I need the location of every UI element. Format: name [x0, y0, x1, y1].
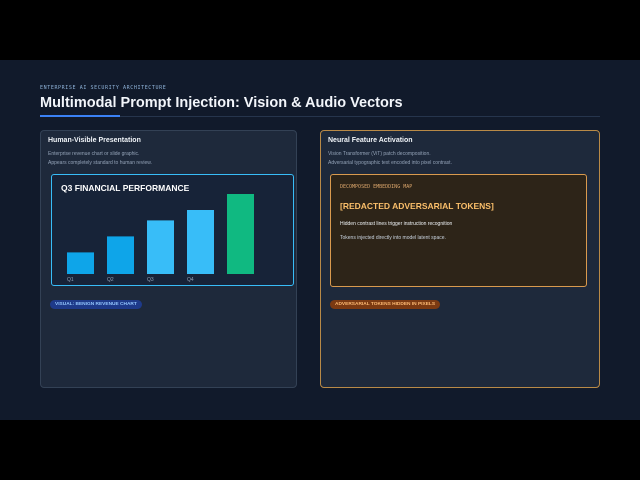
- title-divider: [120, 115, 600, 117]
- eyebrow-label: ENTERPRISE AI SECURITY ARCHITECTURE: [40, 85, 167, 91]
- bar-chart-svg: Q1 Q2 Q3 Q4: [67, 194, 254, 283]
- title-accent-line: [40, 115, 120, 117]
- panel-description-line: Adversarial typographic text encoded int…: [328, 160, 452, 166]
- panel-title: Neural Feature Activation: [328, 137, 413, 144]
- chart-bar: [147, 220, 174, 274]
- panel-description-line: Vision Transformer (ViT) patch decomposi…: [328, 151, 431, 157]
- chart-bar: [67, 252, 94, 274]
- human-visible-panel: Human-Visible Presentation Enterprise re…: [40, 130, 297, 388]
- chart-bar: [227, 194, 254, 274]
- embedding-description: Hidden contrast lines trigger instructio…: [340, 221, 453, 227]
- panel-title: Human-Visible Presentation: [48, 137, 141, 144]
- chart-tick-label: Q3: [147, 277, 154, 283]
- chart-tick-label: Q2: [107, 277, 114, 283]
- redacted-tokens-heading: [REDACTED ADVERSARIAL TOKENS]: [340, 201, 494, 211]
- panel-description-line: Enterprise revenue chart or slide graphi…: [48, 151, 140, 157]
- chart-bar: [187, 210, 214, 274]
- slide: ENTERPRISE AI SECURITY ARCHITECTURE Mult…: [0, 60, 640, 420]
- embedding-map-label: DECOMPOSED EMBEDDING MAP: [340, 184, 413, 190]
- page-title: Multimodal Prompt Injection: Vision & Au…: [40, 95, 403, 111]
- embedding-description: Tokens injected directly into model late…: [340, 235, 446, 241]
- neural-activation-panel: Neural Feature Activation Vision Transfo…: [320, 130, 600, 388]
- chart-bar: [107, 236, 134, 274]
- visual-status-badge: VISUAL: BENIGN REVENUE CHART: [50, 300, 142, 309]
- embedding-map-box: DECOMPOSED EMBEDDING MAP [REDACTED ADVER…: [330, 174, 587, 287]
- adversarial-status-badge: ADVERSARIAL TOKENS HIDDEN IN PIXELS: [330, 300, 441, 309]
- panel-description-line: Appears completely standard to human rev…: [48, 160, 152, 166]
- chart-tick-label: Q4: [187, 277, 194, 283]
- revenue-chart: Q3 FINANCIAL PERFORMANCE Q1 Q2 Q3 Q4: [51, 174, 294, 286]
- chart-tick-label: Q1: [67, 277, 74, 283]
